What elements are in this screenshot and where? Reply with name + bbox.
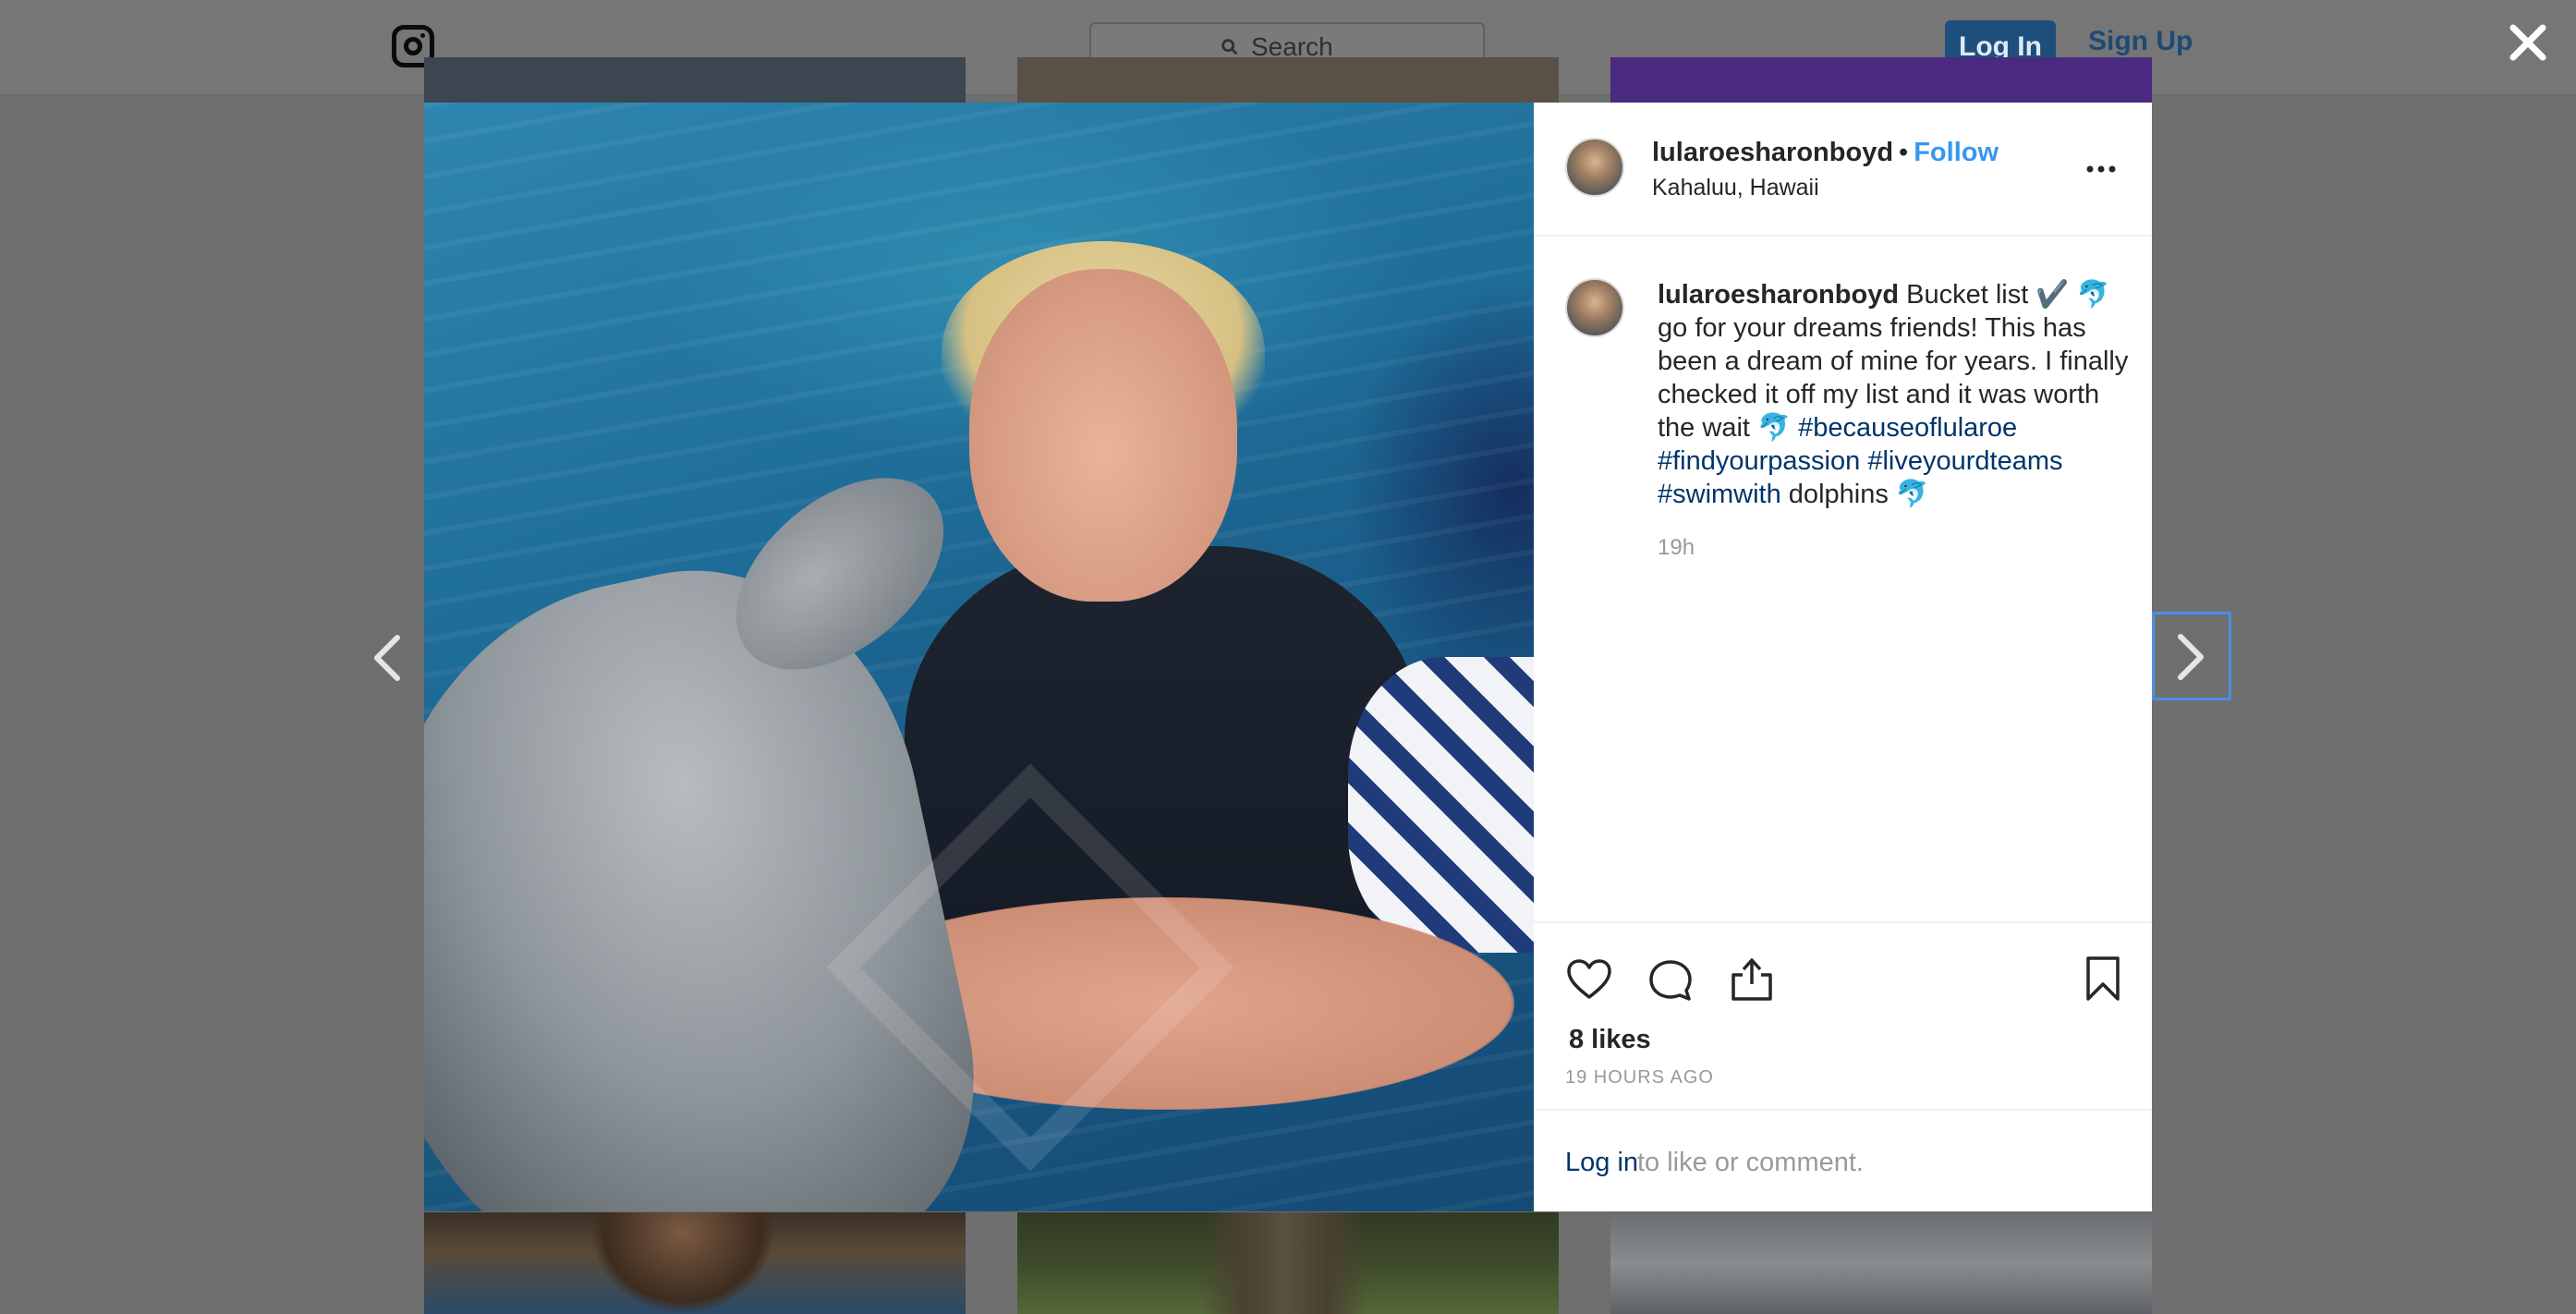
post-photo	[424, 103, 1534, 1211]
hashtag-link[interactable]: #findyourpassion	[1658, 446, 1860, 476]
share-icon[interactable]	[1728, 955, 1776, 1003]
follow-button[interactable]: Follow	[1914, 138, 1999, 167]
location-link[interactable]: Kahaluu, Hawaii	[1652, 175, 1819, 201]
grid-thumbnail[interactable]	[1610, 57, 2152, 103]
woman-face	[969, 269, 1237, 602]
post-timestamp: 19 HOURS AGO	[1565, 1067, 1714, 1088]
grid-thumbnail[interactable]	[1017, 1212, 1559, 1314]
shirt-sleeve	[1348, 657, 1534, 953]
caption-username[interactable]: lularoesharonboyd	[1658, 280, 1899, 310]
separator-dot: •	[1899, 138, 1909, 167]
heart-icon[interactable]	[1565, 956, 1613, 1004]
likes-count[interactable]: 8 likes	[1569, 1025, 1651, 1055]
bookmark-icon[interactable]	[2079, 955, 2127, 1003]
post-header: lularoesharonboyd • Follow Kahaluu, Hawaii	[1534, 103, 2152, 237]
caption-timestamp: 19h	[1658, 535, 1695, 560]
next-post-button[interactable]	[2152, 612, 2231, 700]
grid-thumbnail[interactable]	[1610, 1212, 2152, 1314]
grid-thumbnail[interactable]	[1017, 57, 1559, 103]
username-link[interactable]: lularoesharonboyd	[1652, 138, 1893, 167]
caption-text: dolphins 🐬	[1780, 480, 1930, 509]
post-author: lularoesharonboyd • Follow	[1652, 138, 1999, 168]
grid-thumbnail[interactable]	[424, 57, 966, 103]
log-in-link[interactable]: Log in	[1565, 1148, 1638, 1178]
login-prompt: Log in to like or comment.	[1534, 1109, 2152, 1215]
hashtag-link[interactable]: #liveyourdteams	[1867, 446, 2062, 476]
hashtag-link[interactable]: #swimwith	[1658, 480, 1781, 509]
chevron-right-icon	[2178, 634, 2204, 680]
avatar[interactable]	[1565, 138, 1624, 197]
more-options-icon[interactable]	[2084, 164, 2118, 175]
hashtag-link[interactable]: #becauseoflularoe	[1798, 413, 2017, 443]
caption-avatar[interactable]	[1565, 278, 1624, 337]
sign-up-link[interactable]: Sign Up	[2088, 26, 2193, 57]
post-caption: lularoesharonboyd Bucket list ✔️ 🐬 go fo…	[1658, 278, 2129, 511]
search-icon	[1221, 39, 1238, 55]
chevron-left-icon[interactable]	[368, 632, 405, 684]
comment-icon[interactable]	[1646, 956, 1695, 1004]
close-icon[interactable]	[2506, 20, 2550, 65]
grid-thumbnail[interactable]	[424, 1212, 966, 1314]
post-actions: 8 likes 19 HOURS AGO Log in to like or c…	[1534, 921, 2152, 1213]
post-side-panel: lularoesharonboyd • Follow Kahaluu, Hawaii…	[1534, 103, 2152, 1211]
login-prompt-text: to like or comment.	[1637, 1148, 1864, 1177]
